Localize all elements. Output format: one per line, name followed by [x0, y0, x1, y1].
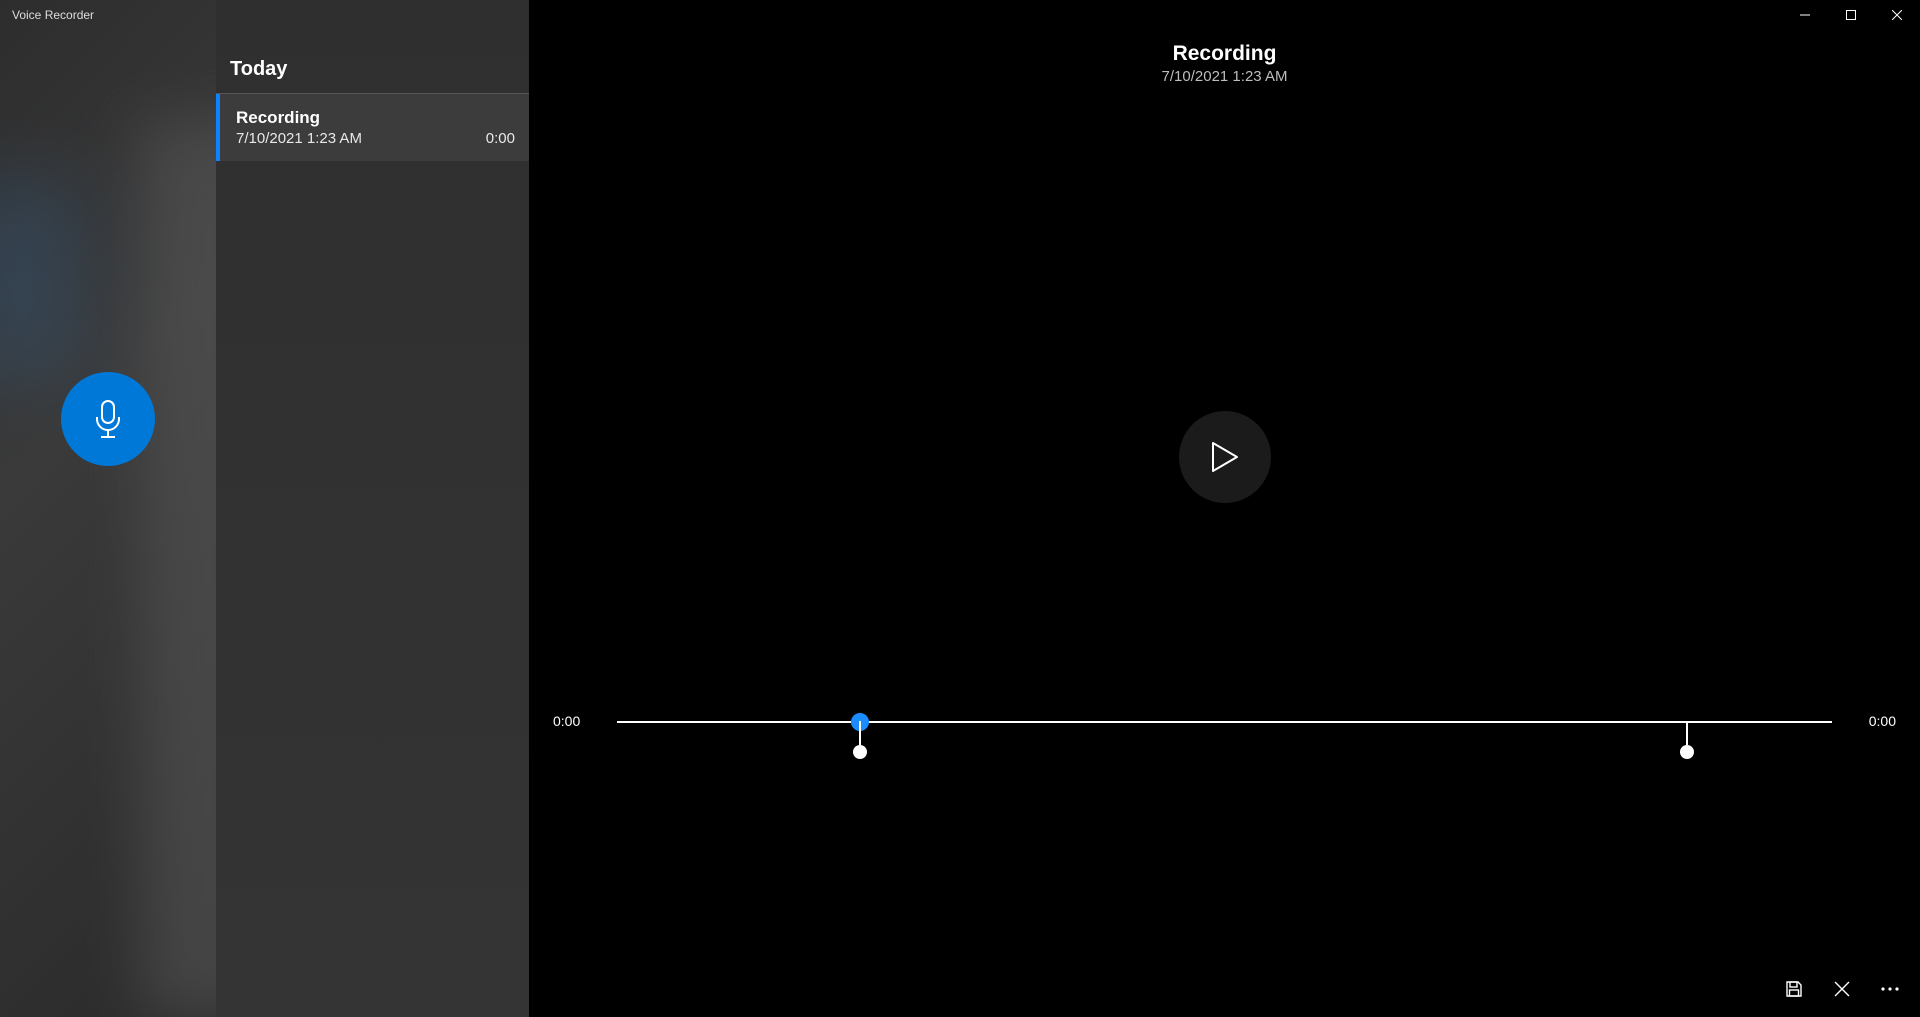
timeline-track[interactable] — [617, 721, 1832, 723]
recording-item-subrow: 7/10/2021 1:23 AM 0:00 — [236, 130, 515, 147]
more-button[interactable] — [1868, 969, 1912, 1009]
window-controls — [1782, 0, 1920, 30]
save-button[interactable] — [1772, 969, 1816, 1009]
microphone-icon — [91, 399, 125, 439]
minimize-icon — [1800, 10, 1810, 20]
title-bar: Voice Recorder — [0, 0, 1920, 30]
selection-accent — [216, 94, 220, 161]
playback-datetime: 7/10/2021 1:23 AM — [1162, 68, 1288, 85]
save-icon — [1785, 980, 1803, 998]
timeline-time-current: 0:00 — [553, 713, 580, 729]
timeline-marker-end[interactable] — [1686, 721, 1688, 745]
delete-button[interactable] — [1820, 969, 1864, 1009]
app-root: Voice Recorder Today — [0, 0, 1920, 1017]
timeline-marker-start[interactable] — [859, 721, 861, 745]
section-header-today: Today — [216, 50, 529, 94]
timeline-time-total: 0:00 — [1869, 713, 1896, 729]
recording-item-datetime: 7/10/2021 1:23 AM — [236, 130, 362, 147]
timeline[interactable]: 0:00 0:00 — [553, 697, 1896, 757]
background-blur — [140, 120, 216, 1017]
maximize-button[interactable] — [1828, 0, 1874, 30]
close-icon — [1892, 10, 1902, 20]
more-icon — [1881, 987, 1899, 991]
maximize-icon — [1846, 10, 1856, 20]
play-button[interactable] — [1179, 411, 1271, 503]
playback-pane: Recording 7/10/2021 1:23 AM 0:00 0:00 — [529, 0, 1920, 1017]
minimize-button[interactable] — [1782, 0, 1828, 30]
record-button[interactable] — [61, 372, 155, 466]
record-pane — [0, 0, 216, 1017]
playback-header: Recording 7/10/2021 1:23 AM — [1162, 42, 1288, 85]
app-title: Voice Recorder — [0, 8, 94, 22]
action-bar — [1772, 969, 1912, 1009]
play-icon — [1211, 441, 1239, 473]
playback-title: Recording — [1162, 42, 1288, 66]
recording-item-title: Recording — [236, 108, 515, 128]
recording-item-duration: 0:00 — [486, 130, 515, 147]
recording-list-pane: Today Recording 7/10/2021 1:23 AM 0:00 — [216, 0, 529, 1017]
recording-list-item[interactable]: Recording 7/10/2021 1:23 AM 0:00 — [216, 94, 529, 161]
background-blur — [0, 180, 80, 380]
x-icon — [1834, 981, 1850, 997]
close-button[interactable] — [1874, 0, 1920, 30]
